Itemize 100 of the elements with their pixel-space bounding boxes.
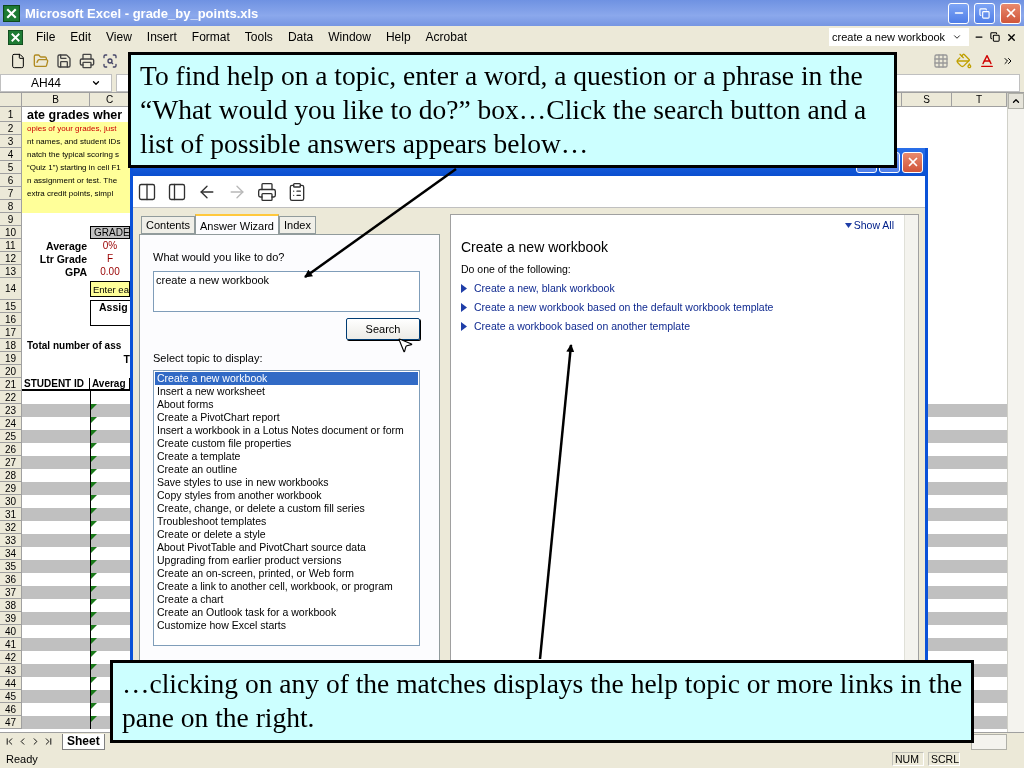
menu-item[interactable]: View — [99, 30, 140, 44]
column-header[interactable]: B — [22, 93, 90, 107]
menu-item[interactable]: Edit — [63, 30, 100, 44]
print-preview-icon[interactable] — [102, 53, 118, 69]
menu-item[interactable]: Insert — [139, 30, 185, 44]
topic-item[interactable]: About forms — [155, 398, 418, 411]
menu-item[interactable]: File — [29, 30, 64, 44]
row-number: 3 — [0, 135, 22, 148]
topic-item[interactable]: Create an outline — [155, 463, 418, 476]
topic-item[interactable]: About PivotTable and PivotChart source data — [155, 541, 418, 554]
side-panel-icon[interactable] — [167, 181, 187, 202]
topic-item[interactable]: Create custom file properties — [155, 437, 418, 450]
topic-item[interactable]: Create a new workbook — [155, 372, 418, 385]
topic-item[interactable]: Create a template — [155, 450, 418, 463]
printer-icon[interactable] — [257, 181, 277, 202]
help-link[interactable]: Create a new workbook based on the default workbook template — [474, 301, 774, 313]
row-number: 24 — [0, 417, 22, 430]
first-sheet-icon[interactable] — [4, 736, 15, 747]
row-number: 2 — [0, 122, 22, 135]
topic-item[interactable]: Insert a new worksheet — [155, 385, 418, 398]
menu-item[interactable]: Format — [184, 30, 238, 44]
triangle-down-icon[interactable] — [844, 222, 852, 228]
topic-item[interactable]: Customize how Excel starts — [155, 619, 418, 632]
menu-item[interactable]: Window — [321, 30, 379, 44]
row-number: 44 — [0, 677, 22, 690]
more-tools-icon[interactable] — [1002, 55, 1014, 67]
menu-item[interactable]: Acrobat — [418, 30, 475, 44]
help-link[interactable]: Create a workbook based on another template — [474, 320, 690, 332]
topics-label: Select topic to display: — [153, 352, 264, 364]
topic-item[interactable]: Create an on-screen, printed, or Web form — [155, 567, 418, 580]
row-number: 47 — [0, 716, 22, 729]
sheet-tab[interactable]: Sheet — [62, 733, 105, 750]
last-sheet-icon[interactable] — [43, 736, 54, 747]
row-number: 6 — [0, 174, 22, 187]
column-header[interactable]: C — [90, 93, 130, 107]
topic-item[interactable]: Create, change, or delete a custom fill series — [155, 502, 418, 515]
dropdown-caret-icon[interactable] — [952, 32, 962, 42]
row-number: 20 — [0, 365, 22, 378]
help-link[interactable]: Create a new, blank workbook — [474, 282, 615, 294]
clipboard-icon[interactable] — [287, 181, 307, 202]
minimize-button[interactable] — [948, 2, 969, 24]
dropdown-caret-icon[interactable] — [91, 78, 102, 88]
topic-item[interactable]: Create a PivotChart report — [155, 411, 418, 424]
question-field[interactable]: create a new workbook — [153, 271, 420, 312]
fill-color-icon[interactable] — [956, 53, 972, 69]
topic-item[interactable]: Create a chart — [155, 593, 418, 606]
two-column-icon[interactable] — [137, 181, 157, 202]
font-color-icon[interactable] — [979, 53, 995, 69]
row-number: 13 — [0, 265, 22, 278]
row-number: 12 — [0, 252, 22, 265]
row-number: 21 — [0, 378, 22, 391]
row-number: 7 — [0, 187, 22, 200]
callout-tooltip: …clicking on any of the matches displays the help topic or more links in the pane on the right. — [110, 660, 974, 743]
row-number: 8 — [0, 200, 22, 213]
note-text: n assignment or test. The — [22, 174, 130, 187]
folder-icon[interactable] — [33, 53, 49, 69]
stat-label: GPA — [64, 265, 88, 278]
row-number: 22 — [0, 391, 22, 404]
topic-item[interactable]: Create an Outlook task for a workbook — [155, 606, 418, 619]
topic-item[interactable]: Copy styles from another workbook — [155, 489, 418, 502]
row-number: 45 — [0, 690, 22, 703]
stat-value: 0% — [101, 240, 119, 251]
cell-text: T — [122, 352, 130, 365]
new-document-icon[interactable] — [10, 53, 26, 69]
close-icon[interactable] — [1006, 31, 1017, 43]
column-header[interactable]: T — [952, 93, 1007, 107]
topic-item[interactable]: Create a link to another cell, workbook, or program — [155, 580, 418, 593]
ask-question-field[interactable]: create a new workbook — [829, 28, 969, 46]
menu-item[interactable]: Tools — [237, 30, 281, 44]
show-all-link[interactable]: Show All — [844, 219, 894, 231]
row-number: 39 — [0, 612, 22, 625]
topic-item[interactable]: Create or delete a style — [155, 528, 418, 541]
triangle-bullet-icon — [461, 283, 467, 293]
menu-item[interactable]: Help — [378, 30, 419, 44]
status-text: Ready — [6, 753, 39, 765]
name-box[interactable]: AH44 — [0, 74, 112, 92]
column-header[interactable]: S — [902, 93, 952, 107]
horizontal-scrollbar[interactable] — [971, 733, 1007, 750]
save-icon[interactable] — [56, 53, 72, 69]
row-number: 46 — [0, 703, 22, 716]
menu-item[interactable]: Data — [280, 30, 322, 44]
search-button[interactable]: Search — [346, 318, 420, 340]
note-text: “Quiz 1”) starting in cell F1 — [22, 161, 130, 174]
spreadsheet-logo-icon — [8, 29, 23, 45]
pointer-icon — [396, 336, 414, 354]
note-text: natch the typical scoring s — [22, 148, 130, 161]
question-label: What would you like to do? — [153, 251, 286, 263]
stat-value: 0.00 — [99, 266, 121, 277]
tab[interactable]: Contents — [141, 216, 196, 234]
scroll-up-icon[interactable] — [1011, 96, 1021, 106]
tab[interactable]: Index — [279, 216, 316, 234]
vertical-scrollbar[interactable] — [1007, 93, 1024, 732]
topic-item[interactable]: Save styles to use in new workbooks — [155, 476, 418, 489]
topic-item[interactable]: Upgrading from earlier product versions — [155, 554, 418, 567]
restore-icon[interactable] — [990, 32, 1000, 42]
tab[interactable]: Answer Wizard — [195, 214, 279, 235]
restore-button[interactable] — [974, 2, 995, 24]
topic-item[interactable]: Insert a workbook in a Lotus Notes document or form — [155, 424, 418, 437]
topic-item[interactable]: Troubleshoot templates — [155, 515, 418, 528]
printer-icon[interactable] — [79, 53, 95, 69]
